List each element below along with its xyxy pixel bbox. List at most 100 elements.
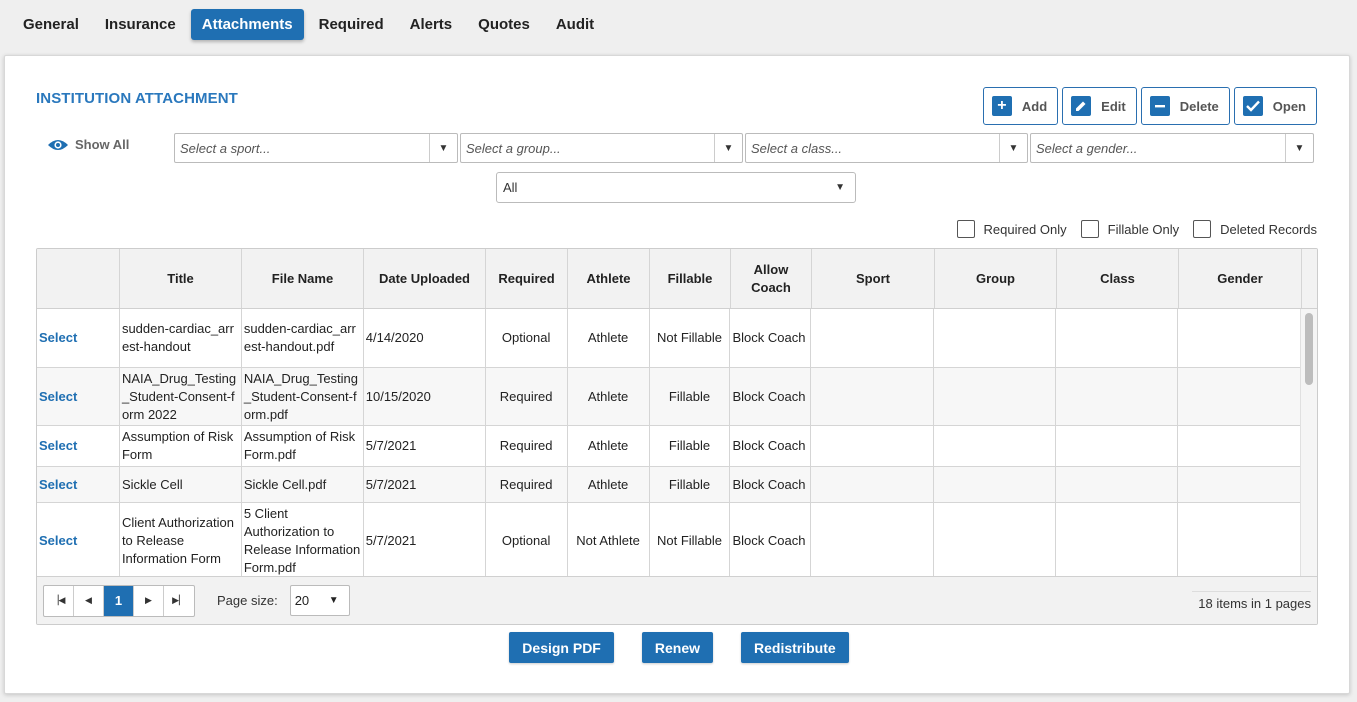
cell-athlete: Athlete xyxy=(568,368,650,425)
column-header-allow-coach[interactable]: Allow Coach xyxy=(731,249,812,308)
gender-select[interactable]: Select a gender... ▼ xyxy=(1030,133,1314,163)
deleted-records-label: Deleted Records xyxy=(1220,221,1317,237)
cell-athlete: Athlete xyxy=(568,426,650,466)
filter-row: Select a sport... ▼ Select a group... ▼ … xyxy=(174,133,1314,163)
select-link[interactable]: Select xyxy=(37,467,120,502)
checkmark-icon xyxy=(1242,96,1263,116)
first-page-button[interactable]: ▕◀ xyxy=(44,585,74,616)
cell-file-name: 5 Client Authorization to Release Inform… xyxy=(242,503,364,577)
cell-group xyxy=(934,368,1057,425)
grid-scrollbar[interactable] xyxy=(1300,309,1317,577)
fillable-only-checkbox[interactable]: Fillable Only xyxy=(1080,220,1179,238)
eye-icon xyxy=(48,139,68,150)
column-header-date-uploaded[interactable]: Date Uploaded xyxy=(364,249,486,308)
cell-athlete: Not Athlete xyxy=(568,503,650,577)
cell-class xyxy=(1056,503,1179,577)
cell-athlete: Athlete xyxy=(568,467,650,502)
cell-date-uploaded: 5/7/2021 xyxy=(364,503,486,577)
chevron-down-icon: ▼ xyxy=(999,134,1027,162)
column-header-athlete[interactable]: Athlete xyxy=(568,249,650,308)
page-size-label: Page size: xyxy=(217,593,278,608)
chevron-down-icon: ▼ xyxy=(835,182,845,193)
cell-athlete: Athlete xyxy=(568,309,650,367)
page-number-button[interactable]: 1 xyxy=(104,585,134,616)
column-header-sport[interactable]: Sport xyxy=(812,249,935,308)
cell-title: Client Authorization to Release Informat… xyxy=(120,503,242,577)
cell-required: Required xyxy=(486,426,568,466)
last-page-button[interactable]: ▶▏ xyxy=(164,586,194,616)
column-header-file-name[interactable]: File Name xyxy=(242,249,364,308)
edit-button[interactable]: Edit xyxy=(1062,87,1137,125)
column-header-title[interactable]: Title xyxy=(120,249,242,308)
select-link[interactable]: Select xyxy=(37,309,120,367)
select-link[interactable]: Select xyxy=(37,426,120,466)
cell-file-name: NAIA_Drug_Testing_Student-Consent-form.p… xyxy=(242,368,364,425)
select-link[interactable]: Select xyxy=(37,503,120,577)
grid-body: Select sudden-cardiac_arrest-handout sud… xyxy=(37,309,1301,577)
next-page-button[interactable]: ▶ xyxy=(134,585,164,616)
tab-quotes[interactable]: Quotes xyxy=(467,9,541,40)
delete-button[interactable]: Delete xyxy=(1140,87,1230,125)
pencil-icon xyxy=(1071,96,1092,116)
required-only-label: Required Only xyxy=(983,221,1067,237)
cell-gender xyxy=(1178,368,1301,425)
open-button-label: Open xyxy=(1272,98,1306,114)
column-header-select xyxy=(37,249,120,308)
cell-allow-coach: Block Coach xyxy=(730,503,812,577)
checkbox-box[interactable] xyxy=(1080,220,1099,238)
prev-page-button[interactable]: ◀ xyxy=(74,585,104,616)
cell-fillable: Fillable xyxy=(650,426,731,466)
cell-required: Required xyxy=(486,368,568,425)
design-pdf-button[interactable]: Design PDF xyxy=(509,632,614,663)
tab-bar: General Insurance Attachments Required A… xyxy=(12,9,609,40)
cell-date-uploaded: 10/15/2020 xyxy=(364,368,486,425)
select-link[interactable]: Select xyxy=(37,368,120,425)
cell-group xyxy=(934,467,1057,502)
attachments-panel: INSTITUTION ATTACHMENT + Add Edit Delete… xyxy=(4,55,1350,694)
checkbox-box[interactable] xyxy=(956,220,975,238)
cell-allow-coach: Block Coach xyxy=(730,426,812,466)
cell-sport xyxy=(811,368,935,425)
cell-sport xyxy=(811,467,935,502)
cell-class xyxy=(1056,426,1179,466)
tab-general[interactable]: General xyxy=(12,9,90,40)
cell-date-uploaded: 5/7/2021 xyxy=(364,467,486,502)
edit-button-label: Edit xyxy=(1101,98,1126,114)
checkbox-box[interactable] xyxy=(1193,220,1212,238)
tab-required[interactable]: Required xyxy=(308,9,395,40)
sport-select[interactable]: Select a sport... ▼ xyxy=(174,133,458,163)
column-header-required[interactable]: Required xyxy=(486,249,568,308)
tab-audit[interactable]: Audit xyxy=(545,9,605,40)
required-only-checkbox[interactable]: Required Only xyxy=(956,220,1067,238)
scrollbar-thumb[interactable] xyxy=(1305,313,1313,385)
cell-group xyxy=(934,503,1057,577)
cell-gender xyxy=(1178,426,1301,466)
table-row: Select Sickle Cell Sickle Cell.pdf 5/7/2… xyxy=(37,467,1301,503)
column-header-group[interactable]: Group xyxy=(935,249,1057,308)
delete-button-label: Delete xyxy=(1179,98,1219,114)
group-select[interactable]: Select a group... ▼ xyxy=(460,133,743,163)
column-header-gender[interactable]: Gender xyxy=(1179,249,1302,308)
renew-button[interactable]: Renew xyxy=(641,632,713,663)
column-header-fillable[interactable]: Fillable xyxy=(650,249,731,308)
show-all-label: Show All xyxy=(75,137,130,152)
column-header-class[interactable]: Class xyxy=(1057,249,1179,308)
show-all-toggle[interactable]: Show All xyxy=(47,137,129,152)
tab-insurance[interactable]: Insurance xyxy=(94,9,187,40)
deleted-records-checkbox[interactable]: Deleted Records xyxy=(1193,220,1317,238)
add-button[interactable]: + Add xyxy=(982,87,1059,125)
cell-group xyxy=(934,309,1057,367)
cell-sport xyxy=(811,309,935,367)
group-select-placeholder: Select a group... xyxy=(466,140,561,156)
status-select[interactable]: All ▼ xyxy=(496,172,856,203)
class-select[interactable]: Select a class... ▼ xyxy=(745,133,1028,163)
cell-file-name: sudden-cardiac_arrest-handout.pdf xyxy=(242,309,364,367)
page-title: INSTITUTION ATTACHMENT xyxy=(36,90,238,107)
tab-attachments[interactable]: Attachments xyxy=(190,9,304,40)
cell-group xyxy=(934,426,1057,466)
cell-date-uploaded: 4/14/2020 xyxy=(364,309,486,367)
page-size-select[interactable]: 20 ▼ xyxy=(289,585,350,616)
tab-alerts[interactable]: Alerts xyxy=(399,9,464,40)
redistribute-button[interactable]: Redistribute xyxy=(741,632,849,663)
open-button[interactable]: Open xyxy=(1233,87,1317,125)
